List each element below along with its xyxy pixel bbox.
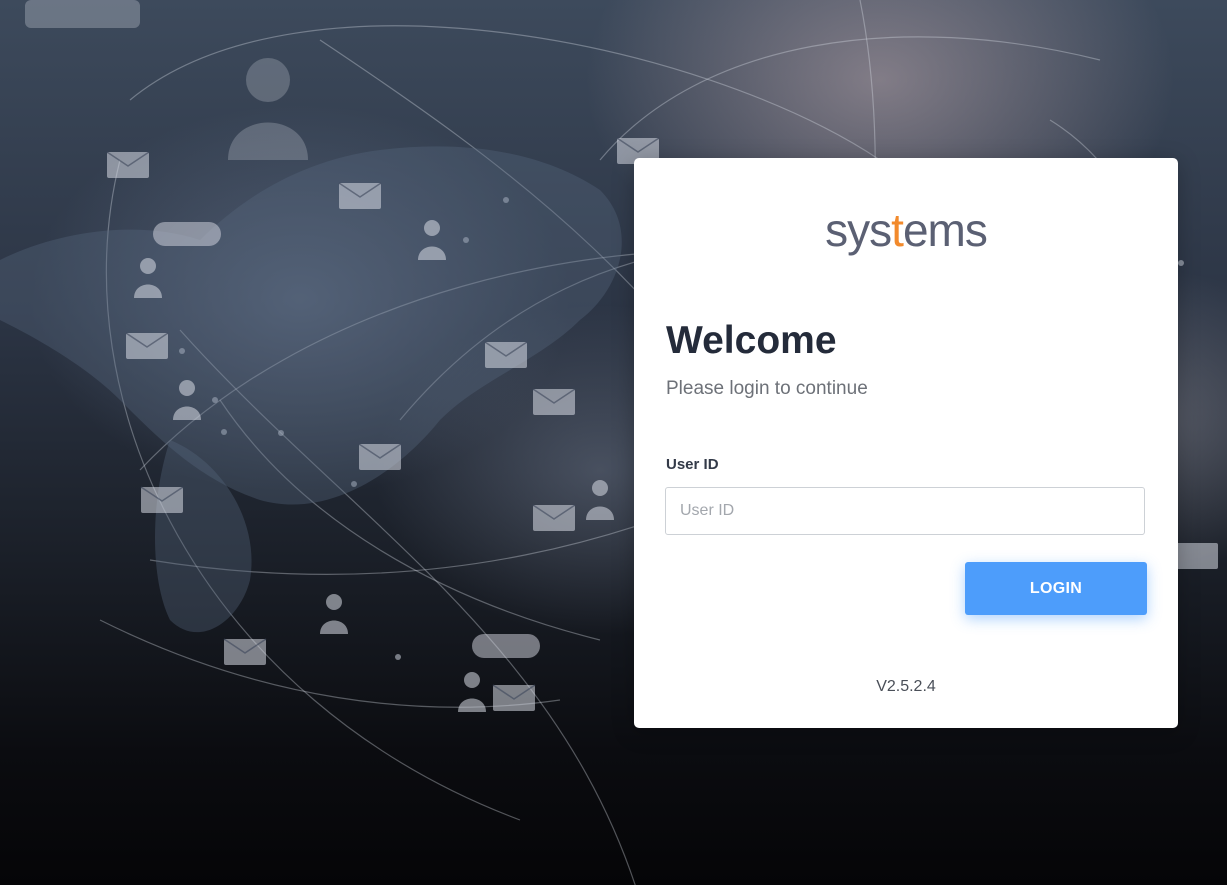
logo-accent: t	[891, 204, 904, 256]
logo-prefix: sys	[825, 204, 892, 256]
user-id-input[interactable]	[665, 487, 1145, 535]
login-button[interactable]: LOGIN	[965, 562, 1147, 615]
page-subtitle: Please login to continue	[666, 378, 868, 399]
user-id-label: User ID	[666, 456, 719, 473]
login-card: systems Welcome Please login to continue…	[634, 158, 1178, 728]
brand-logo: systems	[634, 200, 1178, 260]
logo-suffix: ems	[902, 204, 988, 256]
world-map	[0, 146, 622, 633]
page-title: Welcome	[666, 319, 837, 362]
version-text: V2.5.2.4	[876, 678, 936, 695]
